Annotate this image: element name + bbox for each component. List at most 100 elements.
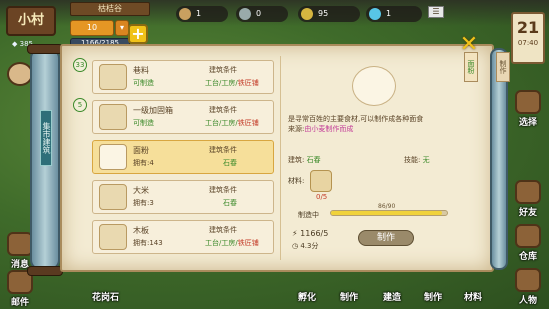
desc-text: 是寻常百姓的主要食材,可以制作成各种面食 (288, 115, 424, 123)
cond-label: 建筑条件 (209, 106, 237, 114)
cond-text: 石春 (223, 199, 237, 207)
resource-value: 95 (318, 9, 329, 18)
craft-progress-bar (330, 210, 448, 216)
orange-button[interactable]: 10 (70, 20, 114, 36)
craft-cost: ⚡ 1166/5 (292, 229, 329, 238)
menu-flag-icon[interactable]: ☰ (428, 6, 444, 18)
tool-icon (239, 8, 251, 20)
resource-value: 1 (386, 9, 392, 18)
side-item-bag[interactable]: 选择 (510, 90, 546, 128)
cond-label: 建筑条件 (209, 186, 237, 194)
resource-value: 0 (256, 9, 262, 18)
plank-icon (99, 224, 127, 250)
resource-slot-gems[interactable]: 1 (366, 6, 422, 22)
village-sign[interactable]: 小村 (6, 6, 56, 36)
source-link[interactable]: 由小麦制作而成 (304, 125, 353, 133)
item-owned: 拥有:143 (133, 239, 163, 247)
count-badge: 5 (73, 98, 87, 112)
craft-progress-text: 86/90 (378, 203, 396, 210)
bottom-item-materials[interactable]: 材料 (464, 290, 482, 303)
cond-label: 建筑条件 (209, 226, 237, 234)
side-label: 人物 (518, 296, 537, 306)
item-name: 大米 (133, 186, 149, 195)
skill-label: 技能: (404, 156, 421, 164)
skill-value: 无 (422, 156, 430, 164)
side-item-warehouse[interactable]: 仓库 (510, 224, 546, 262)
scroll-cap (27, 266, 63, 276)
side-label: 邮件 (10, 298, 29, 308)
material-label: 材料: (288, 177, 305, 185)
building-stat: 建筑: 石春 (288, 155, 321, 165)
source-label: 来源: (288, 125, 305, 133)
panel-divider (280, 56, 281, 260)
list-item[interactable]: 33 巷料 可制造 建筑条件 工台/工房/铁匠铺 (73, 58, 274, 94)
bottom-item-granite[interactable]: 花岗石 (92, 290, 119, 303)
add-button[interactable]: + (128, 24, 148, 44)
side-item-friends[interactable]: 好友 (510, 180, 546, 218)
item-name: 巷料 (133, 66, 149, 75)
craft-time: ◷ 4.3分 (292, 242, 319, 250)
cond-text: 工台/工房/ (205, 79, 238, 87)
cond-label: 建筑条件 (209, 66, 237, 74)
calendar[interactable]: 21 07:40 (511, 12, 545, 64)
gem-icon (369, 8, 381, 20)
item-owned: 拥有:4 (133, 159, 154, 167)
building-value: 石春 (306, 156, 321, 164)
bottom-item-hatch[interactable]: 孵化 (298, 290, 316, 303)
item-name: 一级加固箱 (133, 106, 173, 115)
item-name: 木板 (133, 226, 149, 235)
item-status: 可制造 (133, 119, 154, 127)
warehouse-icon (515, 224, 541, 248)
friends-icon (515, 180, 541, 204)
bottom-item-build[interactable]: 建造 (383, 290, 401, 303)
list-item[interactable]: 木板 拥有:143 建筑条件 工台/工房/铁匠铺 (92, 220, 274, 254)
arrow-button[interactable]: ▾ (115, 20, 129, 36)
tab-craft[interactable]: 制作 (496, 52, 510, 82)
side-label: 选择 (518, 118, 537, 128)
craft-progress-label: 制造中 (298, 211, 319, 219)
side-item-character[interactable]: 人物 (510, 268, 546, 306)
chevron-down-icon: ▾ (119, 23, 124, 32)
cond-missing: 铁匠铺 (237, 119, 259, 127)
coin-icon (301, 8, 313, 20)
make-button[interactable]: 制作 (358, 230, 414, 246)
cond-value: 工台/工房/铁匠铺 (205, 78, 259, 88)
item-owned: 拥有:3 (133, 199, 154, 207)
flour-icon (99, 144, 127, 170)
cond-value: 工台/工房/铁匠铺 (205, 238, 259, 248)
cond-value: 石春 (223, 158, 237, 168)
resource-slot-1[interactable]: 1 (176, 6, 228, 22)
character-icon (515, 268, 541, 292)
resource-slot-2[interactable]: 0 (236, 6, 288, 22)
wheat-material-icon[interactable] (310, 170, 332, 192)
scroll-cap (27, 44, 63, 54)
cond-text: 工台/工房/ (205, 119, 238, 127)
cond-missing: 铁匠铺 (237, 239, 259, 247)
cond-text: 工台/工房/ (205, 239, 238, 247)
tab-craft-item[interactable]: 面粉 (464, 52, 478, 82)
cond-missing: 铁匠铺 (237, 79, 259, 87)
resource-value: 1 (196, 9, 202, 18)
craft-progress-fill (331, 211, 442, 215)
bottom-item-make[interactable]: 制作 (340, 290, 358, 303)
count-badge: 33 (73, 58, 87, 72)
list-item[interactable]: 大米 拥有:3 建筑条件 石春 (92, 180, 274, 214)
bag-icon (515, 90, 541, 114)
cond-value: 工台/工房/铁匠铺 (205, 118, 259, 128)
list-item[interactable]: 5 一级加固箱 可制造 建筑条件 工台/工房/铁匠铺 (73, 98, 274, 134)
skill-stat: 技能: 无 (404, 155, 430, 165)
rice-icon (99, 184, 127, 210)
bottom-item-craft[interactable]: 制作 (424, 290, 442, 303)
material-count: 0/5 (316, 193, 328, 201)
season-banner: 枯桔谷 (70, 2, 150, 16)
calendar-day: 21 (516, 18, 540, 37)
recipe-list: 33 巷料 可制造 建筑条件 工台/工房/铁匠铺 5 一级加固箱 可制造 建筑条… (72, 54, 278, 254)
item-icon (99, 104, 127, 130)
item-description: 是寻常百姓的主要食材,可以制作成各种面食 来源:由小麦制作而成 (288, 114, 423, 134)
building-label: 建筑: (288, 156, 305, 164)
side-label: 仓库 (518, 252, 537, 262)
list-item-selected[interactable]: 面粉 拥有:4 建筑条件 石春 (92, 140, 274, 174)
resource-slot-coins[interactable]: 95 (298, 6, 360, 22)
cond-value: 石春 (223, 198, 237, 208)
flour-bowl-icon (352, 66, 396, 106)
